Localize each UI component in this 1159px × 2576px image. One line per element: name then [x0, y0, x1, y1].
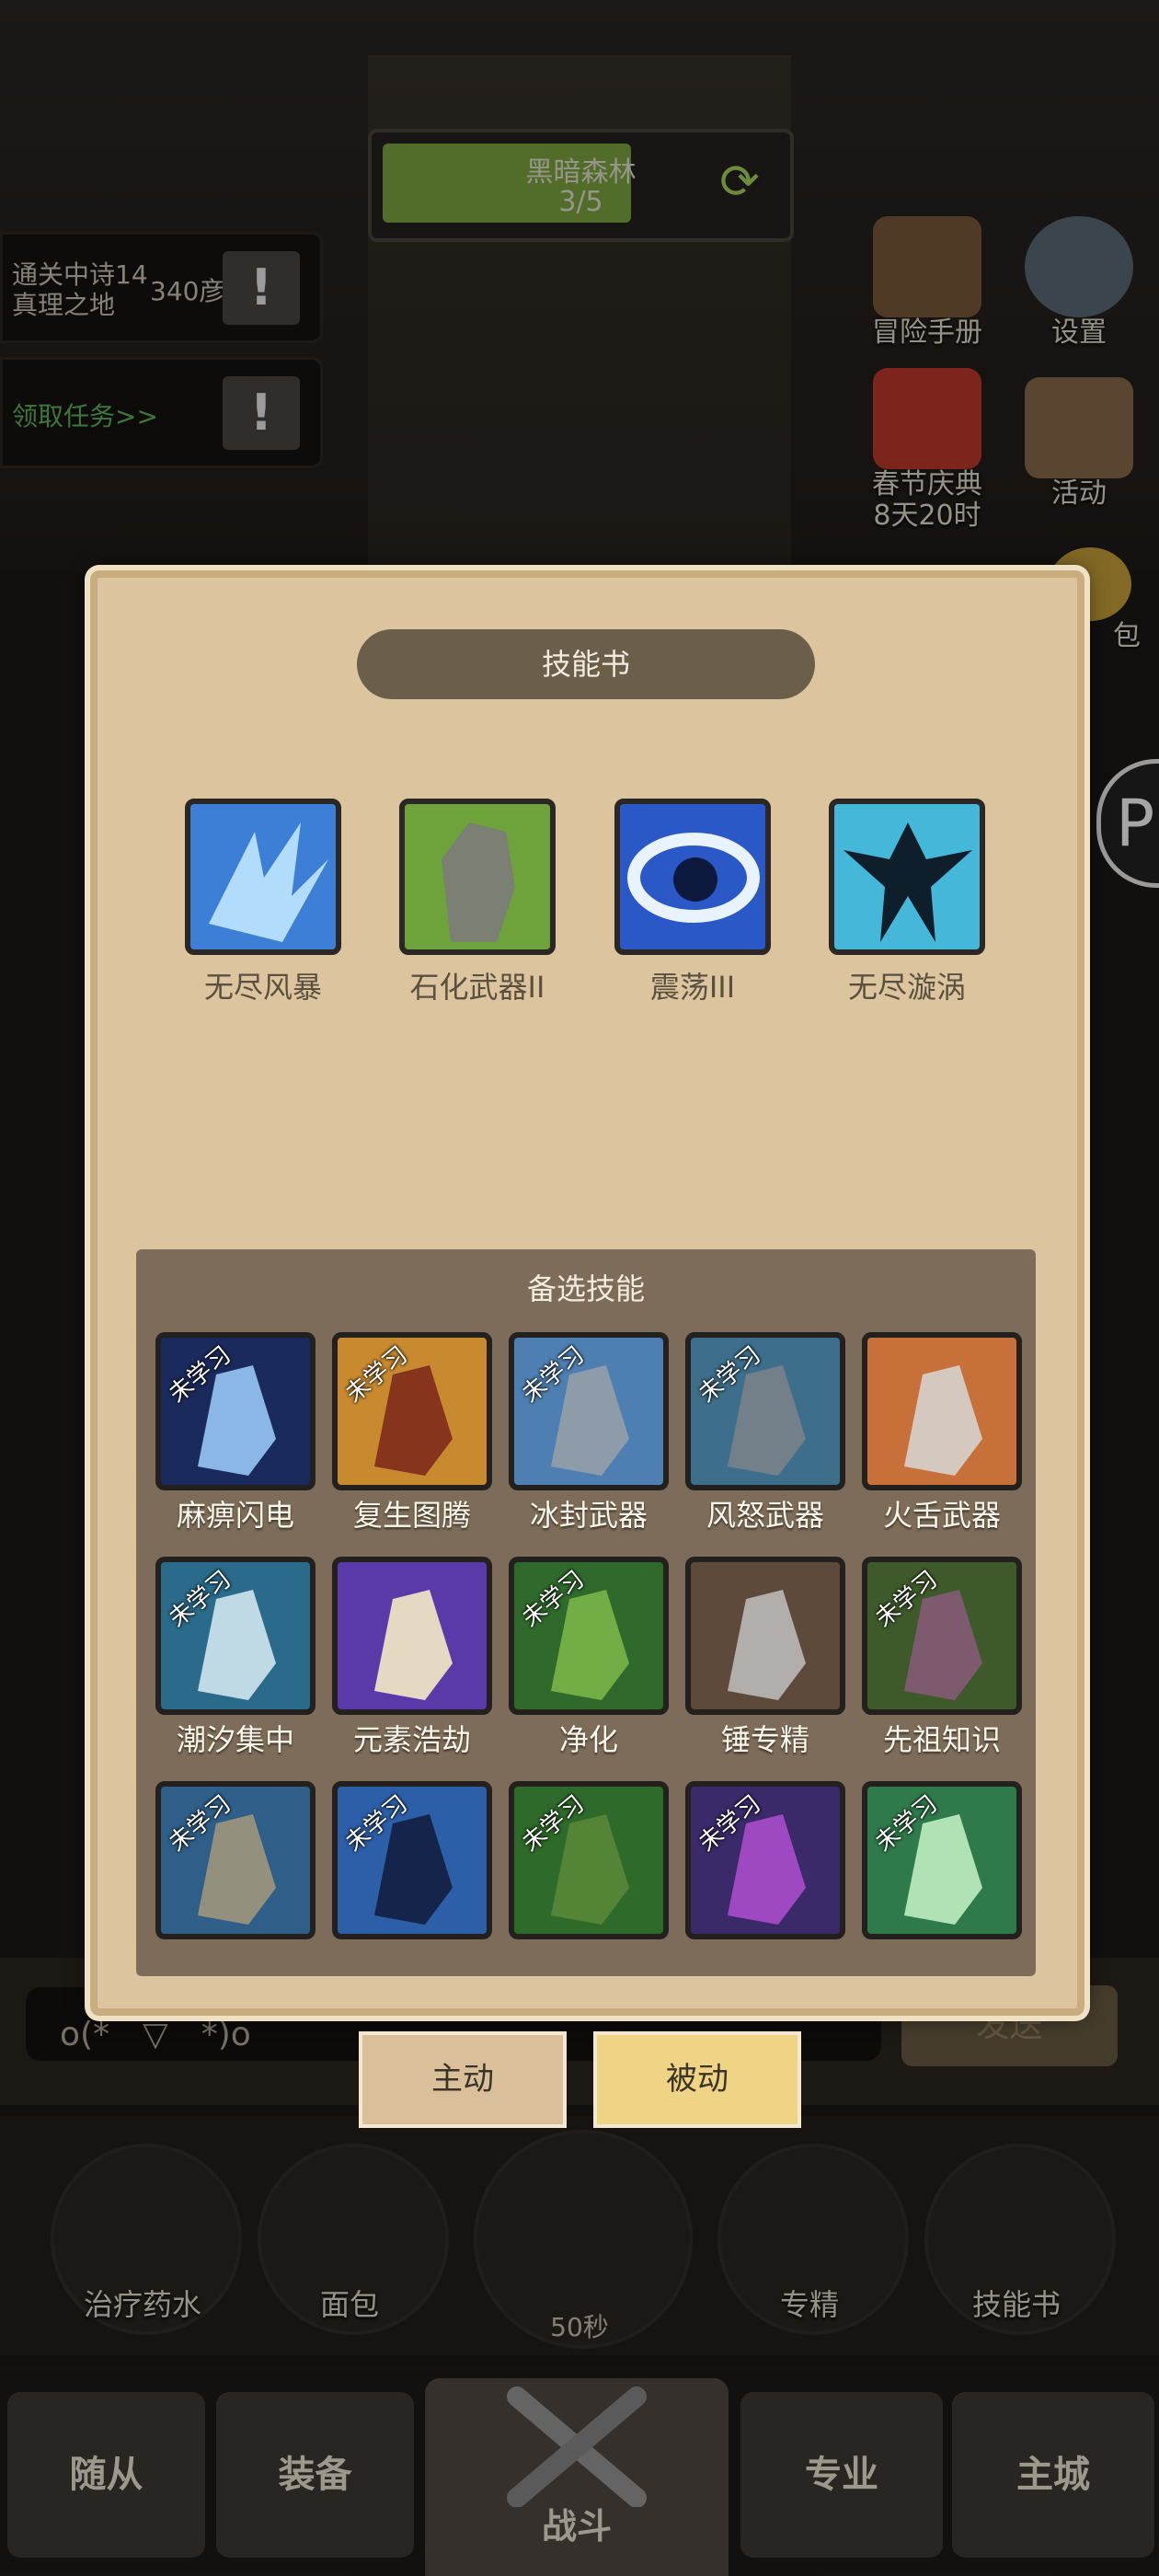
fire-hammer-icon [862, 1332, 1022, 1490]
hammer-mastery-icon [685, 1557, 845, 1715]
candidate-skill[interactable]: 未学习 潮汐集中 [153, 1557, 318, 1759]
whirl-icon [829, 799, 985, 955]
candidate-skill-label: 风怒武器 [706, 1498, 824, 1533]
shield-icon: 未学习 [155, 1781, 316, 1939]
vortex-icon [614, 799, 771, 955]
spirit-icon: 未学习 [862, 1781, 1022, 1939]
candidate-skill-label: 净化 [558, 1722, 618, 1757]
ancestor-icon: 未学习 [862, 1557, 1022, 1715]
tab-active-skills[interactable]: 主动 [359, 2031, 567, 2128]
crystal-icon: 未学习 [685, 1781, 845, 1939]
candidate-skill-label: 潮汐集中 [176, 1722, 294, 1757]
candidate-skill-label: 冰封武器 [529, 1498, 648, 1533]
candidate-skill[interactable]: 未学习 [506, 1781, 671, 1941]
ice-hammer-icon: 未学习 [509, 1332, 669, 1490]
tab-passive-skills[interactable]: 被动 [593, 2031, 801, 2128]
candidate-skill[interactable]: 未学习 风怒武器 [683, 1332, 848, 1535]
element-icon [332, 1557, 492, 1715]
candidate-skill[interactable]: 未学习 麻痹闪电 [153, 1332, 318, 1535]
candidate-skill[interactable]: 未学习 [329, 1781, 495, 1941]
candidate-skill-label: 复生图腾 [352, 1498, 471, 1533]
equipped-skill[interactable]: 震荡III [601, 799, 785, 1006]
tide-icon: 未学习 [155, 1557, 316, 1715]
candidate-skill-label: 火舌武器 [882, 1498, 1001, 1533]
candidate-skill[interactable]: 火舌武器 [859, 1332, 1025, 1535]
candidate-skill-label: 麻痹闪电 [176, 1498, 294, 1533]
stone-icon [399, 799, 556, 955]
candidate-skill[interactable]: 未学习 冰封武器 [506, 1332, 671, 1535]
leaf-icon: 未学习 [509, 1557, 669, 1715]
wind-hammer-icon: 未学习 [685, 1332, 845, 1490]
candidate-skill-label: 锤专精 [720, 1722, 809, 1757]
totem-icon: 未学习 [332, 1332, 492, 1490]
skill-book-modal: 技能书 无尽风暴 石化武器II 震荡III 无尽漩涡 备选技能 未学习 麻痹闪电未… [90, 570, 1084, 2016]
candidate-skill[interactable]: 未学习 复生图腾 [329, 1332, 495, 1535]
storm-icon [185, 799, 341, 955]
candidate-skill[interactable]: 未学习 净化 [506, 1557, 671, 1759]
candidate-skill-label: 先祖知识 [882, 1722, 1001, 1757]
candidate-skill[interactable]: 未学习 [859, 1781, 1025, 1941]
candidate-skill[interactable]: 未学习 [153, 1781, 318, 1941]
modal-title: 技能书 [541, 647, 630, 682]
candidate-skill-label: 元素浩劫 [352, 1722, 471, 1757]
candidate-skill[interactable]: 锤专精 [683, 1557, 848, 1759]
lightning-icon: 未学习 [155, 1332, 316, 1490]
candidate-skills-panel: 备选技能 未学习 麻痹闪电 未学习 复生图腾 未学习 冰封武器 未学习 风怒武器 火舌武器 未学习… [136, 1249, 1036, 1976]
shadow-icon: 未学习 [332, 1781, 492, 1939]
equipped-skill[interactable]: 无尽漩涡 [815, 799, 999, 1006]
equipped-skill[interactable]: 无尽风暴 [171, 799, 355, 1006]
root-icon: 未学习 [509, 1781, 669, 1939]
candidate-skill[interactable]: 未学习 先祖知识 [859, 1557, 1025, 1759]
modal-title-bar: 技能书 [357, 629, 815, 699]
candidate-skill[interactable]: 未学习 [683, 1781, 848, 1941]
equipped-skill[interactable]: 石化武器II [385, 799, 569, 1006]
candidate-skills-title: 备选技能 [526, 1271, 645, 1306]
candidate-skill[interactable]: 元素浩劫 [329, 1557, 495, 1759]
